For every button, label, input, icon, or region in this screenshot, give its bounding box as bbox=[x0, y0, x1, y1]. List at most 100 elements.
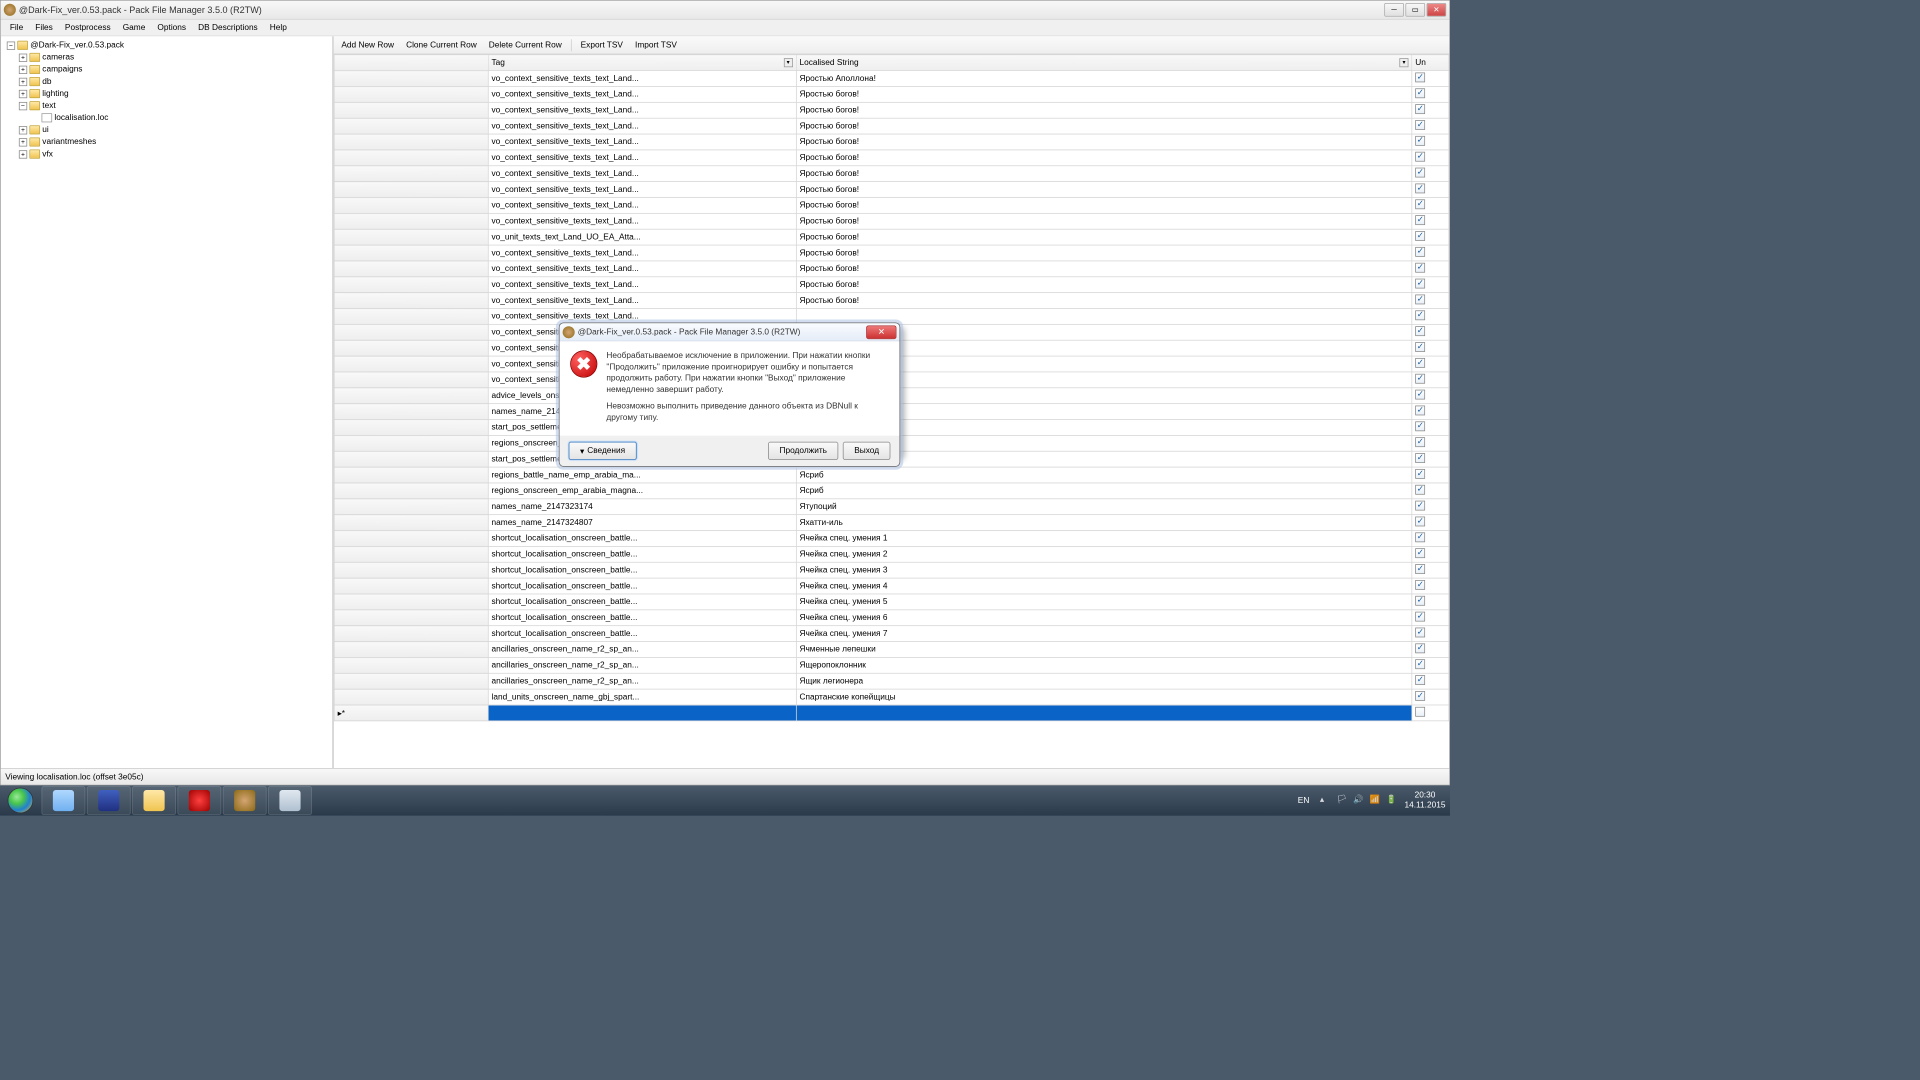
minimize-button[interactable]: ─ bbox=[1384, 3, 1404, 17]
checkbox[interactable] bbox=[1415, 469, 1425, 479]
checkbox[interactable] bbox=[1415, 437, 1425, 447]
table-row[interactable]: vo_context_sensitive_texts_text_Land...Я… bbox=[334, 277, 1449, 293]
delete-row-button[interactable]: Delete Current Row bbox=[484, 39, 566, 51]
checkbox[interactable] bbox=[1415, 374, 1425, 384]
checkbox[interactable] bbox=[1415, 247, 1425, 257]
menu-help[interactable]: Help bbox=[264, 22, 293, 34]
checkbox[interactable] bbox=[1415, 310, 1425, 320]
table-row[interactable]: vo_context_sensitive_texts_text_Land...Я… bbox=[334, 182, 1449, 198]
checkbox[interactable] bbox=[1415, 358, 1425, 368]
checkbox[interactable] bbox=[1415, 675, 1425, 685]
table-row[interactable]: shortcut_localisation_onscreen_battle...… bbox=[334, 610, 1449, 626]
export-tsv-button[interactable]: Export TSV bbox=[576, 39, 627, 51]
table-row[interactable]: vo_context_sensitive_texts_text_Land...Я… bbox=[334, 293, 1449, 309]
table-row[interactable]: ancillaries_onscreen_name_r2_sp_an...Яще… bbox=[334, 657, 1449, 673]
new-row[interactable]: ▸* bbox=[334, 705, 1449, 721]
table-row[interactable]: vo_context_sensitive_texts_text_Land...Я… bbox=[334, 213, 1449, 229]
maximize-button[interactable]: ▭ bbox=[1405, 3, 1425, 17]
quit-button[interactable]: Выход bbox=[843, 442, 891, 460]
tree-folder[interactable]: +cameras bbox=[4, 51, 329, 63]
checkbox[interactable] bbox=[1415, 659, 1425, 669]
table-row[interactable]: vo_context_sensitive_texts_text_Land...Я… bbox=[334, 86, 1449, 102]
checkbox[interactable] bbox=[1415, 596, 1425, 606]
tree-folder[interactable]: +db bbox=[4, 76, 329, 88]
checkbox[interactable] bbox=[1415, 532, 1425, 542]
taskbar-app-doc[interactable] bbox=[268, 786, 312, 815]
row-header-col[interactable] bbox=[334, 55, 488, 71]
import-tsv-button[interactable]: Import TSV bbox=[631, 39, 682, 51]
taskbar-app-opera[interactable] bbox=[177, 786, 221, 815]
table-row[interactable]: vo_context_sensitive_texts_text_Land...Я… bbox=[334, 150, 1449, 166]
tray-flag-icon[interactable]: 🏳 bbox=[1337, 794, 1349, 806]
taskbar-app-pfm[interactable] bbox=[223, 786, 267, 815]
details-button[interactable]: ▾Сведения bbox=[569, 442, 637, 460]
checkbox[interactable] bbox=[1415, 707, 1425, 717]
checkbox[interactable] bbox=[1415, 453, 1425, 463]
tray-network-icon[interactable]: 📶 bbox=[1370, 794, 1382, 806]
table-row[interactable]: names_name_2147323174Ятупоций bbox=[334, 499, 1449, 515]
table-row[interactable]: vo_context_sensitive_texts_text_Land...Я… bbox=[334, 197, 1449, 213]
checkbox[interactable] bbox=[1415, 548, 1425, 558]
menu-postprocess[interactable]: Postprocess bbox=[59, 22, 117, 34]
tree-folder[interactable]: +lighting bbox=[4, 88, 329, 100]
menu-files[interactable]: Files bbox=[29, 22, 59, 34]
checkbox[interactable] bbox=[1415, 421, 1425, 431]
clock[interactable]: 20:30 14.11.2015 bbox=[1404, 791, 1445, 811]
checkbox[interactable] bbox=[1415, 580, 1425, 590]
table-row[interactable]: shortcut_localisation_onscreen_battle...… bbox=[334, 626, 1449, 642]
tree-folder[interactable]: −@Dark-Fix_ver.0.53.pack bbox=[4, 39, 329, 51]
table-row[interactable]: shortcut_localisation_onscreen_battle...… bbox=[334, 594, 1449, 610]
taskbar-app-notepad[interactable] bbox=[42, 786, 86, 815]
table-row[interactable]: vo_context_sensitive_texts_text_Land...Я… bbox=[334, 261, 1449, 277]
tray-volume-icon[interactable]: 🔊 bbox=[1353, 794, 1365, 806]
table-row[interactable]: shortcut_localisation_onscreen_battle...… bbox=[334, 531, 1449, 547]
checkbox[interactable] bbox=[1415, 390, 1425, 400]
tree-folder[interactable]: +ui bbox=[4, 124, 329, 136]
checkbox[interactable] bbox=[1415, 263, 1425, 273]
checkbox[interactable] bbox=[1415, 628, 1425, 638]
checkbox[interactable] bbox=[1415, 342, 1425, 352]
checkbox[interactable] bbox=[1415, 104, 1425, 114]
tree-file[interactable]: localisation.loc bbox=[4, 112, 329, 124]
string-column-header[interactable]: Localised String▾ bbox=[796, 55, 1412, 71]
checkbox[interactable] bbox=[1415, 199, 1425, 209]
checkbox[interactable] bbox=[1415, 88, 1425, 98]
checkbox[interactable] bbox=[1415, 72, 1425, 82]
language-indicator[interactable]: EN bbox=[1293, 794, 1314, 806]
clone-row-button[interactable]: Clone Current Row bbox=[402, 39, 482, 51]
table-row[interactable]: land_units_onscreen_name_gbj_spart...Спа… bbox=[334, 689, 1449, 705]
checkbox[interactable] bbox=[1415, 564, 1425, 574]
table-row[interactable]: ancillaries_onscreen_name_r2_sp_an...Ячм… bbox=[334, 642, 1449, 658]
filter-icon[interactable]: ▾ bbox=[1399, 58, 1408, 67]
table-row[interactable]: regions_battle_name_emp_arabia_ma...Ясри… bbox=[334, 467, 1449, 483]
menu-game[interactable]: Game bbox=[117, 22, 152, 34]
table-row[interactable]: names_name_2147324807Яхатти-иль bbox=[334, 515, 1449, 531]
checkbox[interactable] bbox=[1415, 295, 1425, 305]
close-button[interactable]: ✕ bbox=[1427, 3, 1447, 17]
table-row[interactable]: vo_context_sensitive_texts_text_Land...Я… bbox=[334, 245, 1449, 261]
taskbar-app-save[interactable] bbox=[87, 786, 131, 815]
table-row[interactable]: vo_context_sensitive_texts_text_Land...Я… bbox=[334, 71, 1449, 87]
checkbox[interactable] bbox=[1415, 152, 1425, 162]
checkbox[interactable] bbox=[1415, 691, 1425, 701]
checkbox[interactable] bbox=[1415, 168, 1425, 178]
tray-icons[interactable]: ▴ 🏳 🔊 📶 🔋 bbox=[1320, 794, 1399, 806]
continue-button[interactable]: Продолжить bbox=[768, 442, 838, 460]
add-row-button[interactable]: Add New Row bbox=[337, 39, 399, 51]
un-column-header[interactable]: Un bbox=[1412, 55, 1449, 71]
checkbox[interactable] bbox=[1415, 406, 1425, 416]
checkbox[interactable] bbox=[1415, 279, 1425, 289]
checkbox[interactable] bbox=[1415, 120, 1425, 130]
menu-options[interactable]: Options bbox=[151, 22, 192, 34]
tree-folder[interactable]: −text bbox=[4, 100, 329, 112]
tray-chevron-icon[interactable]: ▴ bbox=[1320, 794, 1332, 806]
checkbox[interactable] bbox=[1415, 517, 1425, 527]
checkbox[interactable] bbox=[1415, 501, 1425, 511]
table-row[interactable]: vo_context_sensitive_texts_text_Land...Я… bbox=[334, 166, 1449, 182]
tree-folder[interactable]: +campaigns bbox=[4, 63, 329, 75]
table-row[interactable]: ancillaries_onscreen_name_r2_sp_an...Ящи… bbox=[334, 673, 1449, 689]
checkbox[interactable] bbox=[1415, 612, 1425, 622]
table-row[interactable]: shortcut_localisation_onscreen_battle...… bbox=[334, 562, 1449, 578]
dialog-close-button[interactable]: ✕ bbox=[866, 325, 896, 339]
checkbox[interactable] bbox=[1415, 326, 1425, 336]
